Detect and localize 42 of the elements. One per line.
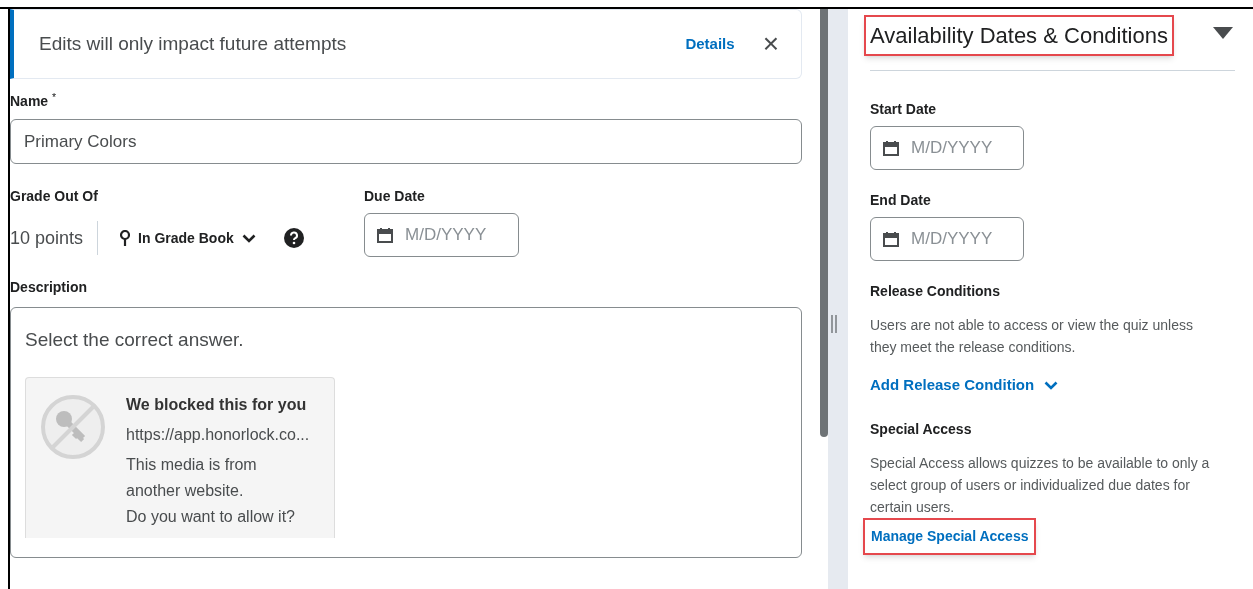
date-field[interactable]: M/D/YYYY: [870, 126, 1024, 170]
triangle-down-icon: [1213, 27, 1233, 39]
description-editor[interactable]: Select the correct answer. We blocked this for you https://app.honorlock.co... This media is from another website. Do you want to allow it?: [10, 307, 802, 558]
chevron-down-icon: [241, 233, 256, 243]
release-conditions-text: Users are not able to access or view the quiz unless they meet the release conditions.: [870, 316, 1194, 357]
calendar-icon: [883, 140, 899, 156]
grade-book-dropdown[interactable]: In Grade Book: [120, 227, 256, 249]
date-input[interactable]: M/D/YYYY: [405, 222, 495, 248]
special-access-label: Special Access: [870, 419, 973, 439]
date-field[interactable]: M/D/YYYY: [870, 217, 1024, 261]
name-label: Name $^{*}$: [10, 91, 58, 111]
section-heading[interactable]: Availability Dates & Conditions: [864, 15, 1174, 56]
notice-text: Edits will only impact future attempts: [39, 31, 348, 56]
details-link[interactable]: Details: [685, 32, 735, 56]
release-conditions-label: Release Conditions: [870, 282, 1001, 301]
manage-special-access-link[interactable]: Manage Special Access: [863, 517, 1037, 555]
calendar-icon: [883, 231, 899, 247]
due-date-label: Due Date: [364, 187, 426, 206]
points-text: 10 points: [10, 226, 85, 250]
end-date-label: End Date: [870, 191, 932, 210]
description-label: Description: [10, 278, 88, 297]
calendar-icon: [377, 227, 393, 243]
special-access-text: Special Access allows quizzes to be available to only a select group of users or individualized due dates for certain users.: [870, 453, 1211, 517]
scrollbar-thumb[interactable]: [820, 9, 828, 437]
splitter-handle-icon[interactable]: [831, 315, 837, 333]
chevron-down-icon: [1044, 380, 1059, 390]
description-text: Select the correct answer.: [25, 328, 245, 352]
blocked-title: We blocked this for you: [126, 394, 308, 415]
blocked-key-icon: [40, 393, 106, 460]
date-input[interactable]: M/D/YYYY: [911, 226, 1001, 252]
blocked-url: https://app.honorlock.co...: [126, 424, 310, 445]
pin-icon: [120, 230, 131, 246]
date-input[interactable]: M/D/YYYY: [911, 135, 1001, 161]
collapse-toggle[interactable]: [1213, 27, 1233, 39]
close-button[interactable]: ×: [762, 30, 779, 58]
blocked-message: This media is from another website. Do you want to allow it?: [126, 454, 296, 527]
add-release-condition-link[interactable]: Add Release Condition: [870, 374, 1059, 397]
grade-label: Grade Out Of: [10, 187, 99, 206]
help-icon[interactable]: [283, 228, 304, 248]
name-field[interactable]: Primary Colors: [10, 119, 802, 164]
start-date-label: Start Date: [870, 100, 938, 119]
date-field[interactable]: M/D/YYYY: [364, 213, 519, 257]
